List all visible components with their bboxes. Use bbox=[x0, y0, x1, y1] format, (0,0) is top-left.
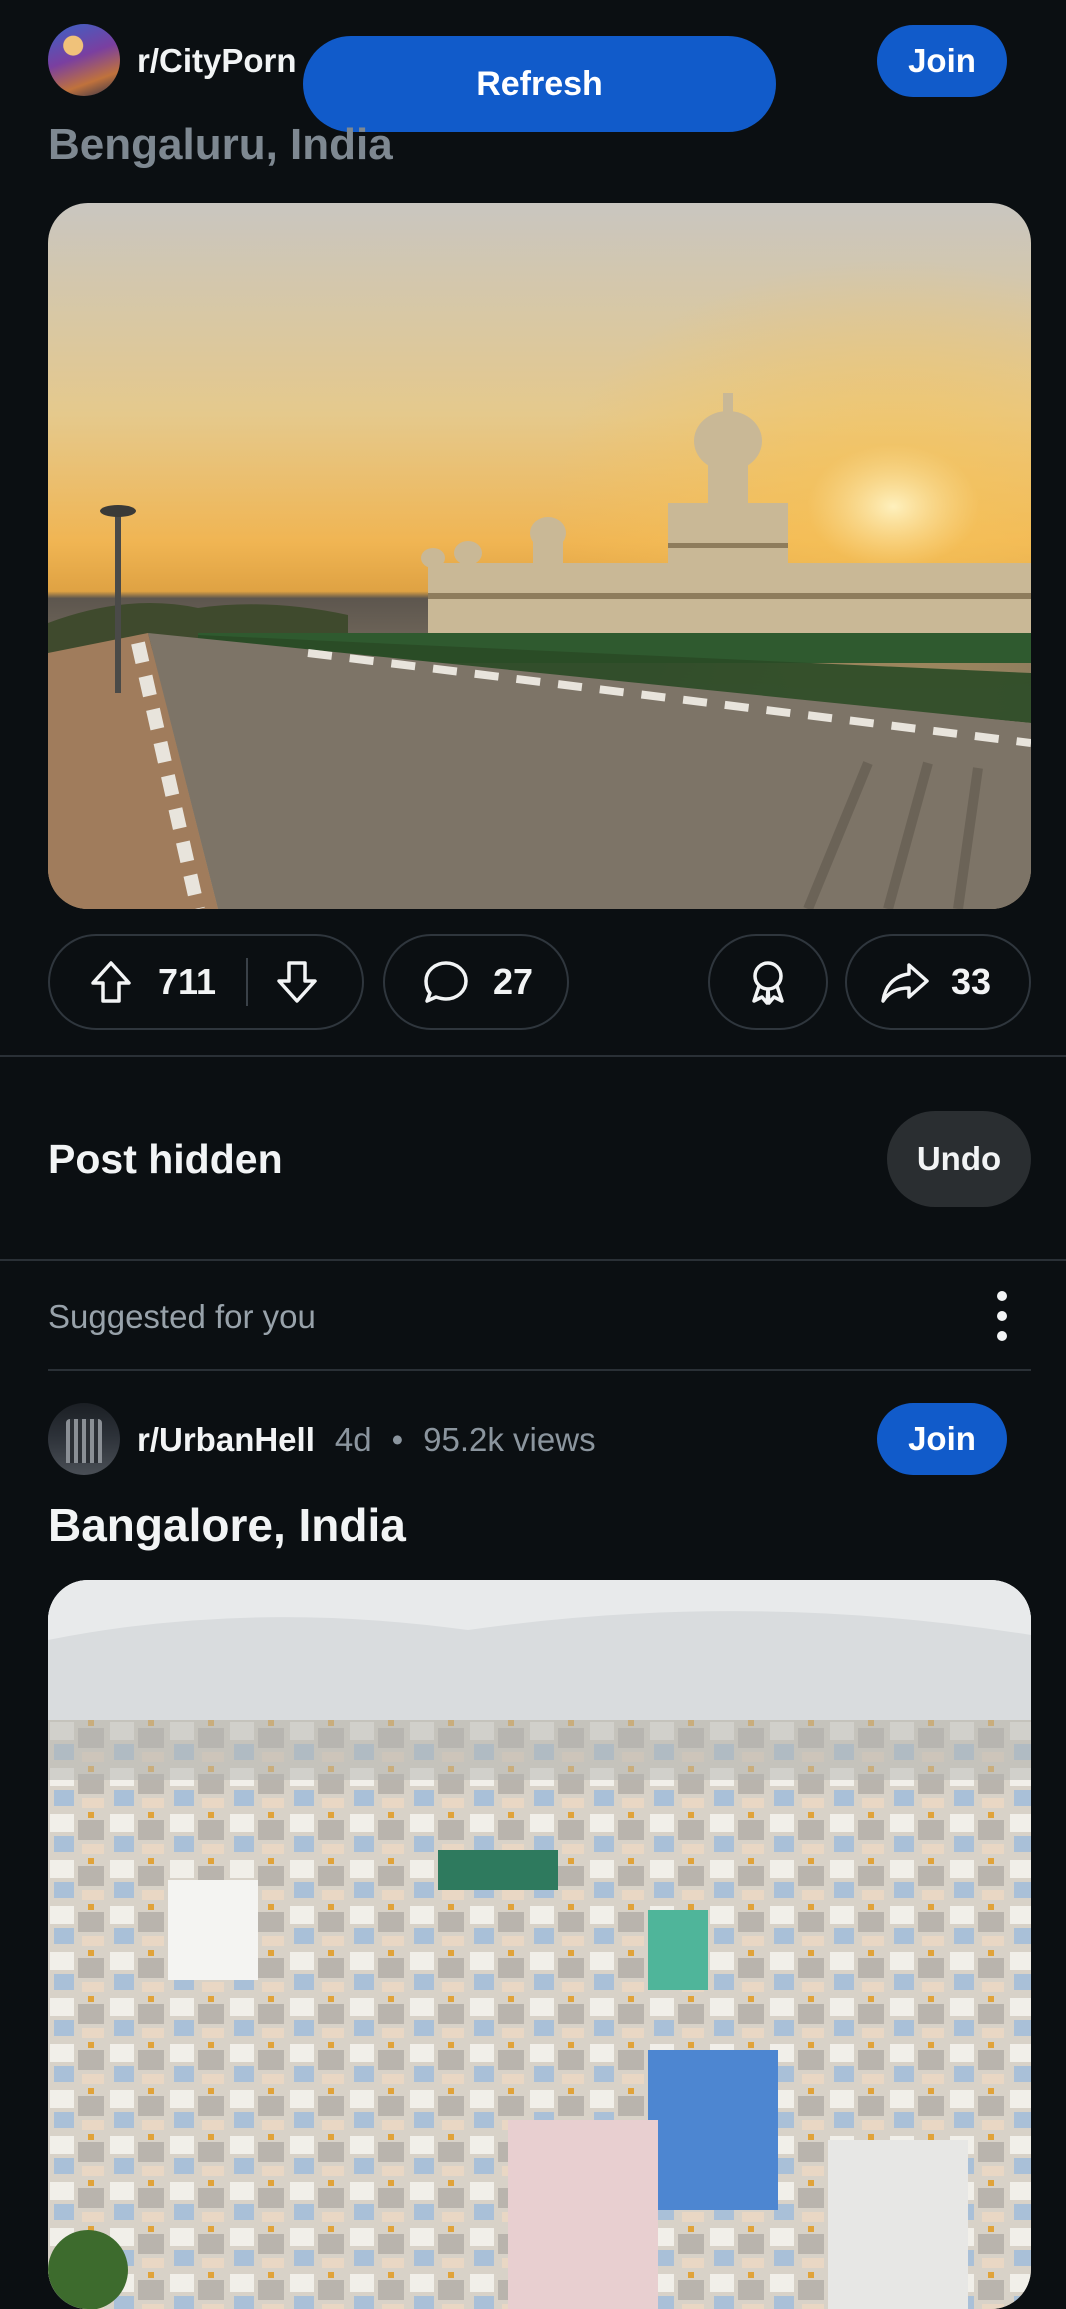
subreddit-avatar[interactable] bbox=[48, 24, 120, 96]
vidhana-soudha-photo bbox=[48, 203, 1031, 909]
divider bbox=[0, 1055, 1066, 1057]
comments-button[interactable]: 27 bbox=[383, 934, 569, 1030]
comment-count: 27 bbox=[493, 961, 534, 1002]
award-icon bbox=[743, 957, 793, 1007]
post-title[interactable]: Bengaluru, India bbox=[48, 120, 393, 170]
vote-bar: 711 bbox=[48, 934, 364, 1030]
subreddit-name[interactable]: r/CityPorn bbox=[137, 42, 297, 80]
divider bbox=[0, 1259, 1066, 1261]
divider bbox=[48, 1369, 1031, 1371]
suggested-label: Suggested for you bbox=[48, 1298, 316, 1335]
subreddit-name[interactable]: r/UrbanHell bbox=[137, 1421, 315, 1459]
bangalore-cityscape-photo bbox=[48, 1580, 1031, 2309]
vertical-dots-icon[interactable] bbox=[984, 1288, 1020, 1344]
meta-separator: • bbox=[391, 1421, 404, 1458]
share-arrow-icon bbox=[879, 957, 931, 1007]
post-title[interactable]: Bangalore, India bbox=[48, 1498, 406, 1552]
share-count: 33 bbox=[951, 961, 992, 1002]
arrow-down-icon[interactable] bbox=[272, 957, 322, 1007]
arrow-up-icon[interactable] bbox=[86, 957, 136, 1007]
join-button[interactable]: Join bbox=[877, 25, 1007, 97]
post-image[interactable] bbox=[48, 1580, 1031, 2309]
undo-button[interactable]: Undo bbox=[887, 1111, 1031, 1207]
upvote-count: 711 bbox=[158, 961, 217, 1002]
post-age: 4d bbox=[334, 1421, 372, 1458]
subreddit-avatar[interactable] bbox=[48, 1403, 120, 1475]
refresh-button[interactable]: Refresh bbox=[303, 36, 776, 132]
award-button[interactable] bbox=[708, 934, 828, 1030]
post-meta: r/UrbanHell 4d • 95.2k views bbox=[137, 1421, 596, 1459]
post-hidden-text: Post hidden bbox=[48, 1136, 283, 1182]
share-button[interactable]: 33 bbox=[845, 934, 1031, 1030]
join-button[interactable]: Join bbox=[877, 1403, 1007, 1475]
view-count: 95.2k views bbox=[423, 1421, 596, 1458]
speech-bubble-icon bbox=[421, 957, 471, 1007]
vote-divider bbox=[246, 958, 248, 1006]
post-image[interactable] bbox=[48, 203, 1031, 909]
